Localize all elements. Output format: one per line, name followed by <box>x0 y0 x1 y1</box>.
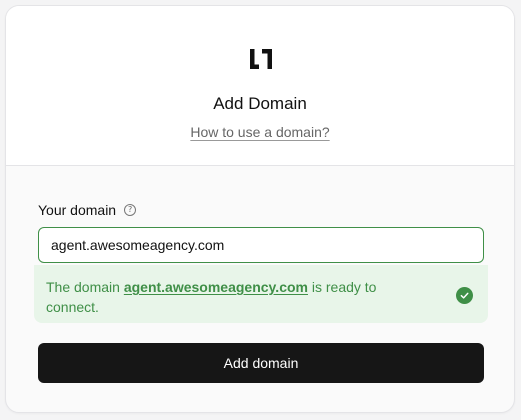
success-domain-link[interactable]: agent.awesomeagency.com <box>124 279 308 295</box>
help-link-row: How to use a domain? <box>6 124 514 140</box>
page-title: Add Domain <box>213 94 307 113</box>
domain-label-row: Your domain ? <box>38 201 137 219</box>
success-text: The domain agent.awesomeagency.com is re… <box>46 279 377 315</box>
domain-input[interactable] <box>38 227 484 263</box>
add-domain-button[interactable]: Add domain <box>38 343 484 383</box>
card-header: Add Domain How to use a domain? <box>6 6 514 166</box>
domain-success-message: The domain agent.awesomeagency.com is re… <box>34 265 488 323</box>
check-circle-icon <box>456 287 473 304</box>
add-domain-card: Add Domain How to use a domain? Your dom… <box>5 5 515 413</box>
domain-label: Your domain <box>38 202 117 218</box>
question-circle-icon[interactable]: ? <box>124 204 137 216</box>
how-to-use-domain-link[interactable]: How to use a domain? <box>190 124 329 140</box>
brand-logo-icon <box>250 49 272 69</box>
